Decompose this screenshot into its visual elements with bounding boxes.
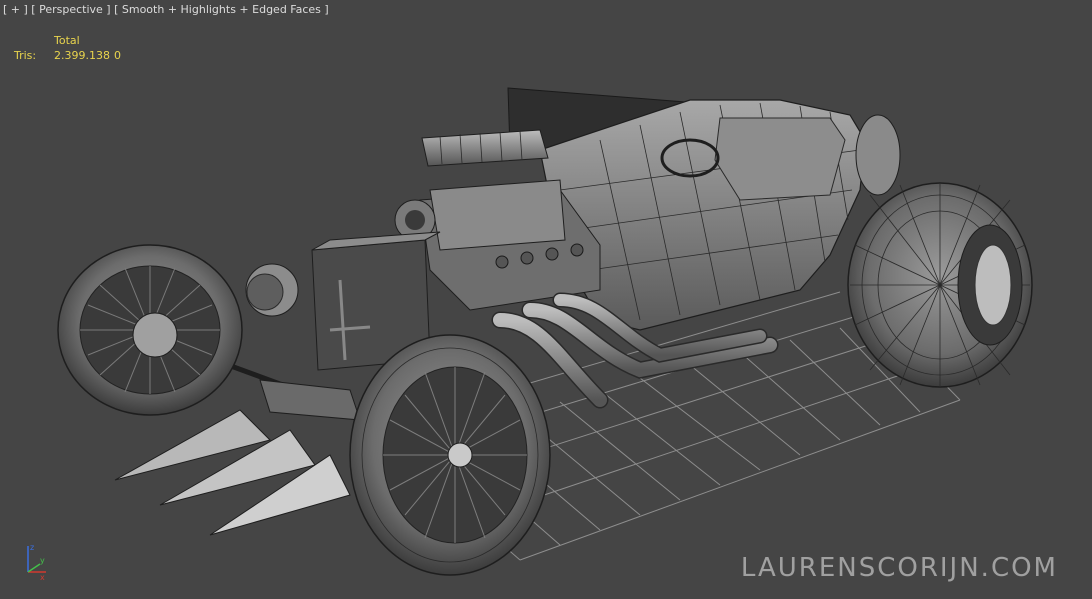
axis-y-label: y [40, 556, 45, 565]
viewport-plus-menu[interactable]: [ + ] [3, 3, 28, 16]
axis-x-label: x [40, 573, 45, 582]
stats-tris-label: Tris: [14, 49, 37, 62]
front-right-wheel [349, 334, 551, 576]
front-crossmember [259, 379, 361, 421]
viewport-label: [ + ] [ Perspective ] [ Smooth + Highlig… [3, 3, 329, 16]
headlight [245, 263, 299, 317]
rear-wheel [847, 182, 1033, 388]
rear-wheel-far [855, 114, 901, 196]
stats-header: Total [54, 34, 80, 47]
watermark-text: LAURENSCORIJN.COM [740, 553, 1058, 583]
viewport-view-menu[interactable]: [ Perspective ] [31, 3, 110, 16]
axis-z-label: z [30, 543, 34, 552]
seat-interior [714, 117, 846, 201]
axis-tripod-icon: z x y [27, 543, 46, 582]
viewport-perspective[interactable]: [ + ] [ Perspective ] [ Smooth + Highlig… [0, 0, 1092, 599]
statistics-overlay: Total Tris: 2.399.138 0 [14, 33, 121, 63]
hot-rod-model-scene[interactable] [0, 0, 1092, 599]
front-spikes [114, 409, 351, 536]
viewport-shading-menu[interactable]: [ Smooth + Highlights + Edged Faces ] [114, 3, 329, 16]
front-left-wheel [57, 244, 243, 416]
stats-tris-selected: 0 [114, 49, 121, 62]
stats-tris-total: 2.399.138 [54, 49, 110, 62]
